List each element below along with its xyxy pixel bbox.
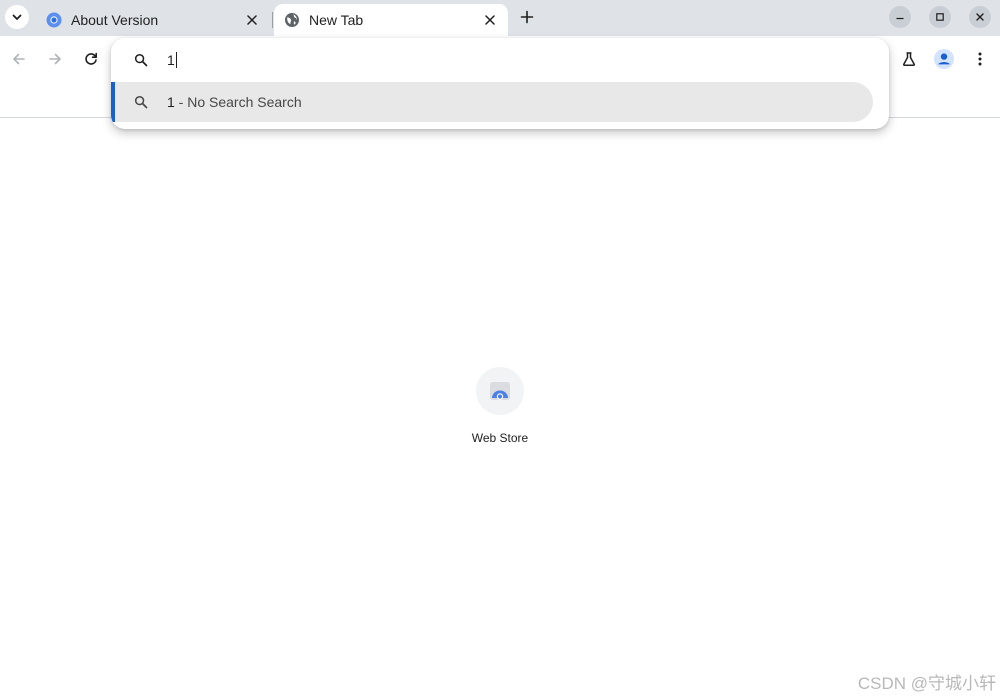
globe-icon	[285, 13, 299, 27]
omnibox-popup: 1 1 - No Search Search	[111, 38, 889, 129]
tab-title: New Tab	[309, 12, 364, 28]
shortcut-icon-tile	[476, 367, 524, 415]
arrow-left-icon	[13, 53, 25, 65]
browser-window: About Version New Tab 1 1 - No Search Se…	[0, 0, 1000, 700]
back-button[interactable]	[8, 48, 30, 70]
tab-divider	[272, 12, 273, 28]
chromium-logo-icon	[46, 12, 62, 28]
close-icon	[485, 15, 495, 25]
reload-button[interactable]	[80, 48, 102, 70]
new-tab-button[interactable]	[516, 6, 538, 28]
forward-button[interactable]	[44, 48, 66, 70]
maximize-icon	[936, 13, 944, 21]
text-caret	[175, 52, 177, 68]
watermark: CSDN @守城小轩	[857, 674, 996, 693]
minimize-button[interactable]	[889, 6, 911, 28]
arrow-right-icon	[49, 53, 61, 65]
omnibox-input-text: 1	[167, 52, 175, 68]
plus-icon	[520, 10, 534, 24]
minimize-icon	[896, 17, 904, 20]
tab-title: About Version	[71, 12, 159, 28]
chevron-down-icon	[12, 14, 22, 20]
avatar-icon	[934, 49, 954, 69]
tab-strip: About Version New Tab	[0, 0, 1000, 36]
suggestion-suffix: - No Search Search	[174, 94, 302, 110]
suggestion-text: 1 - No Search Search	[167, 93, 302, 111]
profile-button[interactable]	[933, 48, 955, 70]
omnibox-suggestion[interactable]: 1 - No Search Search	[111, 82, 873, 122]
tab-close-button[interactable]	[482, 12, 498, 28]
tab-search-button[interactable]	[5, 5, 29, 29]
web-store-icon	[490, 382, 510, 400]
omnibox-input[interactable]: 1	[167, 50, 177, 70]
close-icon	[976, 13, 984, 21]
tab-new-tab[interactable]: New Tab	[274, 4, 508, 36]
close-window-button[interactable]	[969, 6, 991, 28]
selection-indicator	[111, 82, 115, 122]
flask-icon	[902, 52, 916, 67]
tab-close-button[interactable]	[244, 12, 260, 28]
search-icon	[134, 95, 148, 109]
close-icon	[247, 15, 257, 25]
suggestion-query: 1	[167, 94, 175, 110]
search-icon	[134, 53, 148, 67]
menu-button[interactable]	[969, 48, 991, 70]
labs-button[interactable]	[898, 48, 920, 70]
maximize-button[interactable]	[929, 6, 951, 28]
reload-icon	[85, 52, 97, 65]
more-vertical-icon	[978, 52, 982, 66]
shortcut-web-store[interactable]: Web Store	[450, 367, 550, 457]
shortcut-label: Web Store	[471, 431, 529, 445]
omnibox[interactable]: 1	[111, 38, 889, 82]
tab-about-version[interactable]: About Version	[36, 4, 270, 36]
